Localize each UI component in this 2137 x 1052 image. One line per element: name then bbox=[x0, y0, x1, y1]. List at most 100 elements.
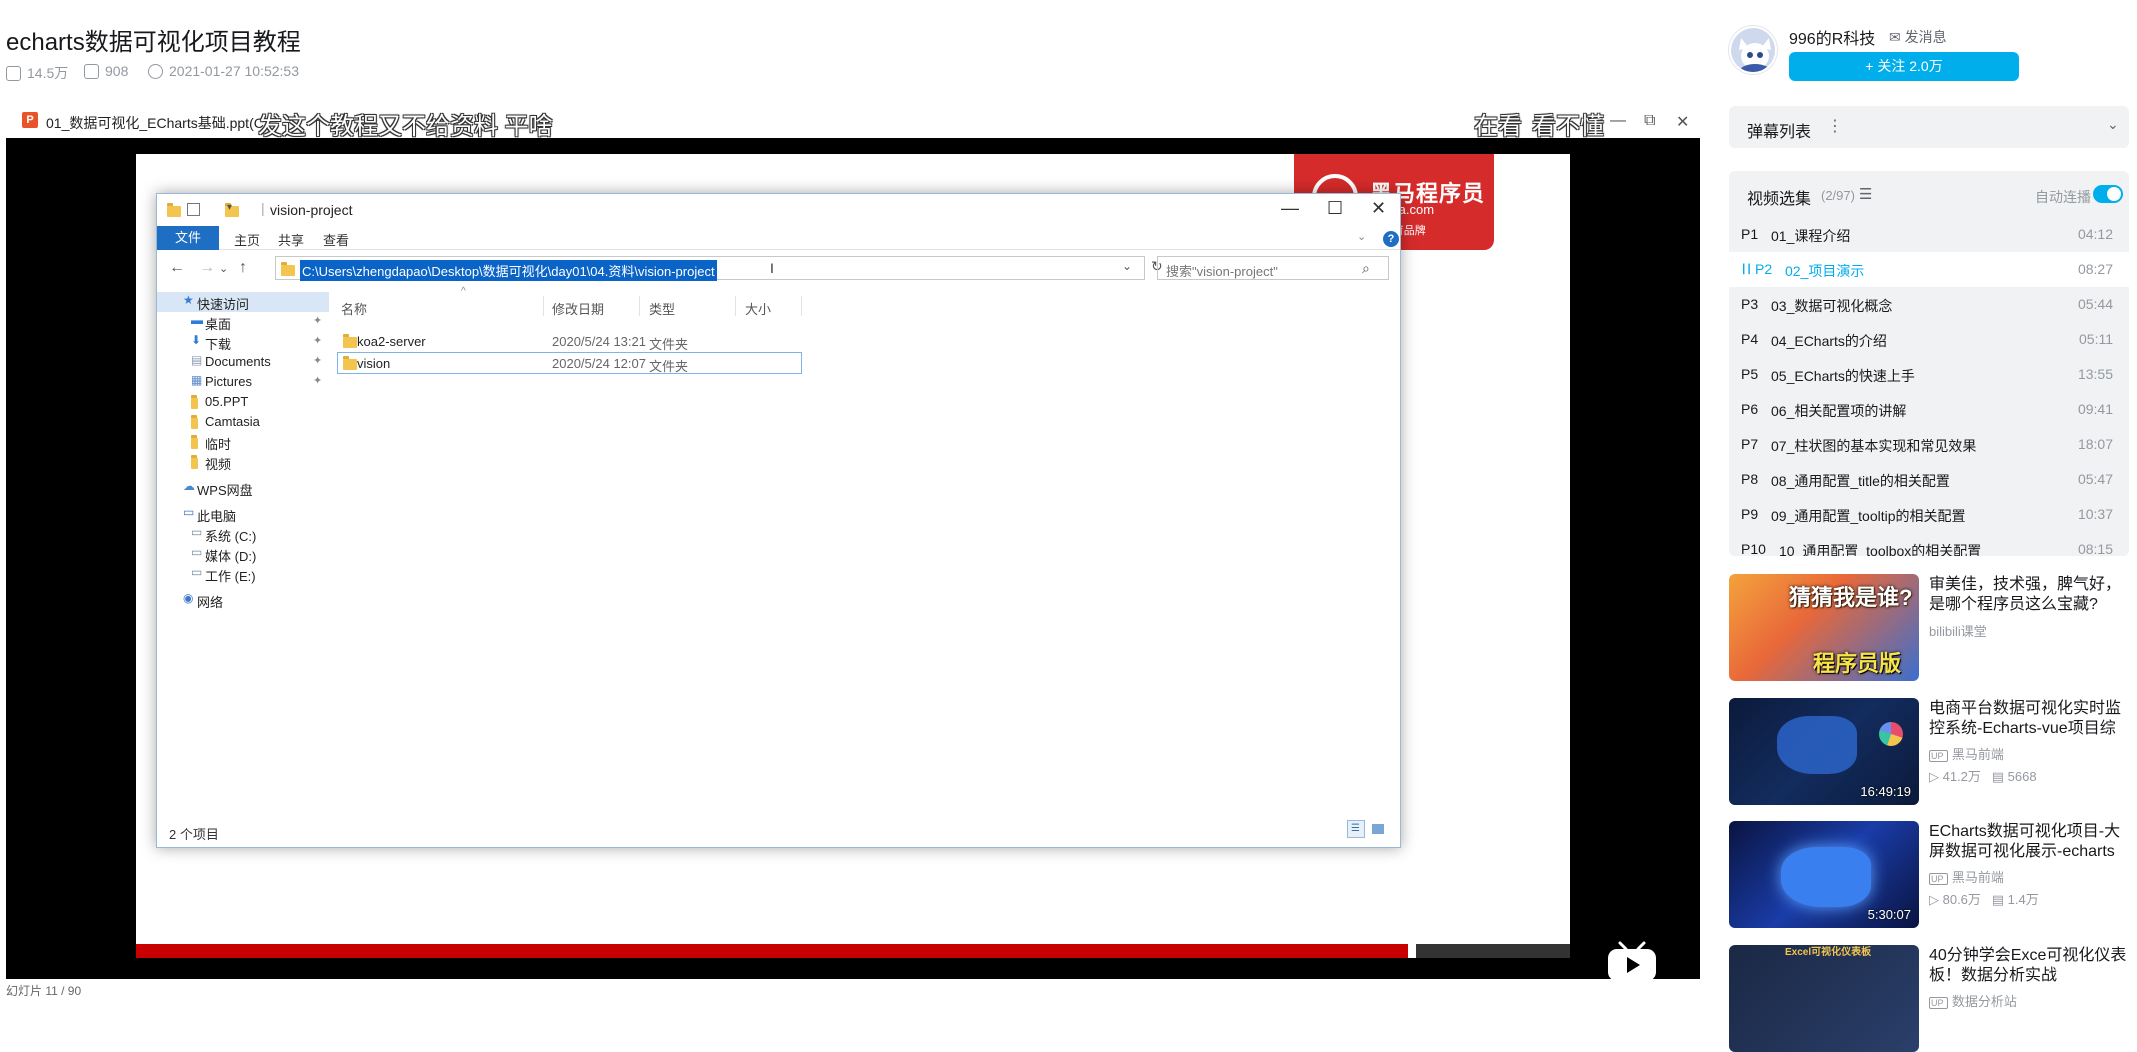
computer-icon: ▭ bbox=[183, 505, 195, 519]
forward-button[interactable]: → bbox=[199, 259, 215, 277]
recommendation-uploader[interactable]: UP 数据分析站 bbox=[1929, 991, 2017, 1010]
recommendation-uploader[interactable]: UP 黑马前端 bbox=[1929, 867, 2004, 886]
nav-item-label: 工作 (E:) bbox=[205, 569, 256, 584]
send-message-button[interactable]: ✉ 发消息 bbox=[1889, 27, 1947, 47]
file-row-selected[interactable]: vision 2020/5/24 12:07 文件夹 bbox=[337, 352, 802, 374]
slide-progress-gap bbox=[1408, 944, 1416, 958]
play-count-icon: ▷ bbox=[1929, 892, 1943, 907]
episode-item[interactable]: P1 01_课程介绍 04:12 bbox=[1729, 217, 2129, 252]
episode-item[interactable]: P6 06_相关配置项的讲解 09:41 bbox=[1729, 392, 2129, 427]
column-separator bbox=[543, 296, 544, 316]
column-separator bbox=[639, 296, 640, 316]
nav-item[interactable]: ▭ 工作 (E:) bbox=[157, 564, 329, 590]
recommendation-title[interactable]: ECharts数据可视化项目-大屏数据可视化展示-echarts 图... bbox=[1929, 822, 2129, 862]
episode-duration: 04:12 bbox=[2077, 226, 2113, 242]
more-options-icon[interactable]: ⋮ bbox=[1827, 116, 1843, 136]
tab-share[interactable]: 共享 bbox=[278, 230, 304, 249]
recommendation-title[interactable]: 电商平台数据可视化实时监控系统-Echarts-vue项目综合... bbox=[1929, 699, 2129, 739]
danmaku-list-title: 弹幕列表 bbox=[1747, 124, 1812, 141]
recommendation-thumbnail[interactable]: 16:49:19 bbox=[1729, 698, 1919, 805]
recommendation-title[interactable]: 审美佳，技术强，脾气好，是哪个程序员这么宝藏? bbox=[1929, 575, 2129, 615]
recommendation-uploader[interactable]: bilibili课堂 bbox=[1929, 621, 1987, 640]
recommendation-duration: 5:30:07 bbox=[1867, 907, 1911, 922]
episode-title: 02_项目演示 bbox=[1785, 263, 1865, 279]
navigation-pane: ★ 快速访问 ▬ 桌面 ✦ ⬇ 下载 ✦ ▤ Documents ✦ ▦ Pictures ✦ 05.PPT… bbox=[157, 292, 329, 814]
address-text[interactable]: C:\Users\zhengdapao\Desktop\数据可视化\day01\… bbox=[300, 260, 717, 281]
column-header-type[interactable]: 类型 bbox=[649, 299, 675, 318]
episode-item[interactable]: P4 04_ECharts的介绍 05:11 bbox=[1729, 322, 2129, 357]
episode-title: 04_ECharts的介绍 bbox=[1771, 333, 1887, 349]
episode-number: P10 bbox=[1741, 541, 1766, 556]
quick-access-dropdown-icon[interactable]: ▾ bbox=[227, 202, 232, 213]
file-modified: 2020/5/24 12:07 bbox=[552, 356, 646, 371]
episode-title: 01_课程介绍 bbox=[1771, 228, 1851, 244]
recent-locations-icon[interactable]: ⌄ bbox=[219, 262, 228, 275]
follow-button[interactable]: + 关注 2.0万 bbox=[1789, 52, 2019, 81]
column-header-modified[interactable]: 修改日期 bbox=[552, 299, 604, 318]
tab-file[interactable]: 文件 bbox=[157, 226, 219, 250]
recommendation-title[interactable]: 40分钟学会Exce可视化仪表板！数据分析实战 bbox=[1929, 946, 2129, 986]
episode-item[interactable]: P8 08_通用配置_title的相关配置 05:47 bbox=[1729, 462, 2129, 497]
episode-title: 10_通用配置_toolbox的相关配置 bbox=[1779, 543, 1982, 556]
checkbox-icon[interactable] bbox=[187, 203, 200, 216]
nav-item[interactable]: ☁ WPS网盘 bbox=[157, 478, 329, 504]
episode-number: P6 bbox=[1741, 401, 1759, 417]
large-icons-view-button[interactable] bbox=[1369, 820, 1387, 838]
danmaku-icon: ▤ bbox=[1980, 892, 2008, 907]
avatar[interactable] bbox=[1729, 26, 1777, 74]
recommendation-uploader[interactable]: UP 黑马前端 bbox=[1929, 744, 2004, 763]
thumbnail-text: 程序员版 bbox=[1813, 651, 1902, 676]
episode-item[interactable]: P5 05_ECharts的快速上手 13:55 bbox=[1729, 357, 2129, 392]
episode-item[interactable]: P10 10_通用配置_toolbox的相关配置 08:15 bbox=[1729, 532, 2129, 556]
episode-item[interactable]: P3 03_数据可视化概念 05:44 bbox=[1729, 287, 2129, 322]
up-badge-icon: UP bbox=[1929, 873, 1948, 885]
address-dropdown-icon[interactable]: ⌄ bbox=[1122, 259, 1132, 273]
column-header-size[interactable]: 大小 bbox=[745, 299, 771, 318]
tv-logo-icon bbox=[1604, 939, 1660, 979]
episode-item[interactable]: P7 07_柱状图的基本实现和常见效果 18:07 bbox=[1729, 427, 2129, 462]
folder-icon bbox=[281, 262, 295, 276]
explorer-maximize-button[interactable]: ☐ bbox=[1327, 198, 1343, 219]
up-button[interactable]: ↑ bbox=[239, 259, 247, 277]
address-bar[interactable]: C:\Users\zhengdapao\Desktop\数据可视化\day01\… bbox=[275, 256, 1145, 281]
tab-home[interactable]: 主页 bbox=[234, 230, 260, 249]
search-input[interactable]: 搜索"vision-project" ⌕ bbox=[1157, 256, 1389, 280]
file-row[interactable]: koa2-server 2020/5/24 13:21 文件夹 bbox=[337, 330, 937, 352]
recommendation-uploader-name: 黑马前端 bbox=[1951, 747, 2004, 762]
nav-item[interactable]: ★ 快速访问 bbox=[157, 292, 329, 312]
mail-icon: ✉ bbox=[1889, 29, 1901, 45]
tab-view[interactable]: 查看 bbox=[323, 230, 349, 249]
autoplay-toggle[interactable] bbox=[2093, 185, 2123, 203]
recommendation-thumbnail[interactable]: 5:30:07 bbox=[1729, 821, 1919, 928]
nav-item-label: Documents bbox=[205, 354, 271, 369]
explorer-minimize-button[interactable]: — bbox=[1281, 198, 1299, 219]
recommendation-thumbnail[interactable]: Excel可视化仪表板 bbox=[1729, 945, 1919, 1052]
episode-item[interactable]: ┃┃ P2 02_项目演示 08:27 bbox=[1729, 252, 2129, 287]
search-icon[interactable]: ⌕ bbox=[1362, 260, 1370, 277]
help-icon[interactable]: ? bbox=[1383, 231, 1399, 247]
ppt-slide: 黑马程序员 itheima.com IT教育品牌 ▾ | vision-proj… bbox=[136, 154, 1570, 958]
danmaku-icon bbox=[84, 63, 99, 79]
uploader-name[interactable]: 996的R科技 bbox=[1789, 25, 1875, 49]
folder-icon bbox=[191, 415, 198, 429]
column-header-name[interactable]: 名称 bbox=[341, 299, 367, 318]
list-view-icon[interactable]: ☰ bbox=[1859, 185, 1872, 203]
episode-duration: 08:27 bbox=[2077, 261, 2113, 277]
explorer-close-button[interactable]: ✕ bbox=[1371, 198, 1386, 219]
star-icon: ★ bbox=[183, 293, 194, 307]
ribbon-tabs: 文件 主页 共享 查看 ⌄ ? bbox=[157, 226, 1400, 250]
chevron-down-icon[interactable]: ⌄ bbox=[2107, 116, 2119, 133]
file-type: 文件夹 bbox=[649, 359, 689, 374]
separator: | bbox=[261, 200, 265, 216]
episode-item[interactable]: P9 09_通用配置_tooltip的相关配置 10:37 bbox=[1729, 497, 2129, 532]
danmaku-list-panel[interactable]: 弹幕列表 ⋮ ⌄ bbox=[1729, 106, 2129, 148]
powerpoint-icon: P bbox=[22, 112, 38, 128]
recommendation-thumbnail[interactable]: 猜猜我是谁? 程序员版 bbox=[1729, 574, 1919, 681]
nav-item[interactable]: 视频 bbox=[157, 452, 329, 478]
video-player[interactable]: P 01_数据可视化_ECharts基础.ppt(C: — ⧉ ✕ 发这个教程又… bbox=[6, 104, 1700, 979]
nav-item-label: 快速访问 bbox=[197, 297, 250, 312]
nav-item[interactable]: ◉ 网络 bbox=[157, 590, 329, 616]
details-view-button[interactable]: ☰ bbox=[1347, 820, 1365, 838]
back-button[interactable]: ← bbox=[169, 259, 185, 277]
ribbon-expand-icon[interactable]: ⌄ bbox=[1357, 230, 1366, 243]
